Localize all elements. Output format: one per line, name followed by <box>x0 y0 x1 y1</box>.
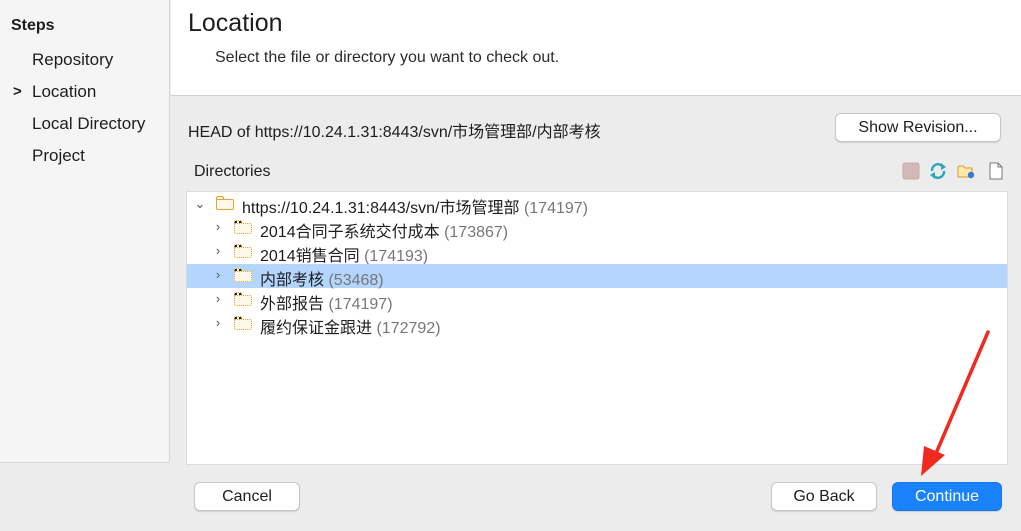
page-header: Location Select the file or directory yo… <box>171 0 1021 96</box>
tree-row-root[interactable]: ⌄ https://10.24.1.31:8443/svn/市场管理部 (174… <box>187 192 1007 217</box>
steps-sidebar: Steps Repository > Location Local Direct… <box>0 0 170 463</box>
tree-row-label: 2014合同子系统交付成本 (173867) <box>260 224 509 241</box>
tree-row[interactable]: › 2014销售合同 (174193) <box>187 240 1007 265</box>
folder-icon <box>234 244 252 258</box>
tree-row[interactable]: › 2014合同子系统交付成本 (173867) <box>187 216 1007 241</box>
step-repository: Repository <box>32 50 114 69</box>
cancel-button[interactable]: Cancel <box>194 482 300 511</box>
directories-label: Directories <box>194 163 271 180</box>
go-back-button[interactable]: Go Back <box>771 482 877 511</box>
steps-title: Steps <box>11 17 55 34</box>
show-revision-button[interactable]: Show Revision... <box>835 113 1001 142</box>
chevron-right-icon[interactable]: › <box>212 219 224 234</box>
folder-open-icon <box>234 268 252 282</box>
continue-button[interactable]: Continue <box>892 482 1002 511</box>
tree-row-label: 2014销售合同 (174193) <box>260 248 429 265</box>
tree-row[interactable]: › 外部报告 (174197) <box>187 288 1007 313</box>
chevron-right-icon[interactable]: › <box>212 291 224 306</box>
current-step-chevron-icon: > <box>13 83 22 100</box>
folder-icon <box>234 220 252 234</box>
chevron-right-icon[interactable]: › <box>212 315 224 330</box>
tree-row-label: 履约保证金跟进 (172792) <box>260 320 441 337</box>
folder-icon <box>216 196 234 210</box>
step-local-directory: Local Directory <box>32 114 146 133</box>
step-project: Project <box>32 146 85 165</box>
directory-tree[interactable]: ⌄ https://10.24.1.31:8443/svn/市场管理部 (174… <box>186 191 1008 465</box>
folder-icon <box>234 292 252 306</box>
tree-row-selected[interactable]: › 内部考核 (53468) <box>187 264 1007 289</box>
chevron-right-icon[interactable]: › <box>212 243 224 258</box>
tree-row-label: 外部报告 (174197) <box>260 296 393 313</box>
folder-icon <box>234 316 252 330</box>
chevron-right-icon[interactable]: › <box>212 267 224 282</box>
tree-row[interactable]: › 履约保证金跟进 (172792) <box>187 312 1007 337</box>
step-location: Location <box>32 82 97 101</box>
page-subtitle: Select the file or directory you want to… <box>215 49 560 66</box>
tree-row-label: 内部考核 (53468) <box>260 272 384 289</box>
stop-icon[interactable] <box>902 162 920 180</box>
chevron-down-icon[interactable]: ⌄ <box>194 196 206 212</box>
new-folder-icon[interactable] <box>957 162 975 180</box>
tree-row-label: https://10.24.1.31:8443/svn/市场管理部 (17419… <box>242 200 588 217</box>
page-title: Location <box>188 9 283 37</box>
head-location-label: HEAD of https://10.24.1.31:8443/svn/市场管理… <box>188 124 601 141</box>
refresh-icon[interactable] <box>929 162 947 180</box>
new-file-icon[interactable] <box>987 162 1005 180</box>
